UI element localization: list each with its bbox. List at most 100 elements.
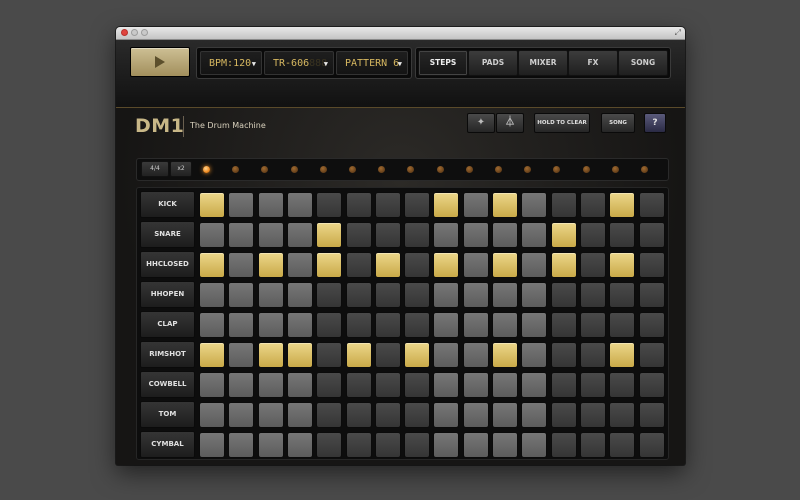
step-pad[interactable] <box>550 191 577 218</box>
step-pad[interactable] <box>492 371 518 398</box>
step-pad[interactable] <box>579 191 606 218</box>
step-pad[interactable] <box>228 191 255 218</box>
metronome-button[interactable]: ⏃ <box>496 113 524 133</box>
step-pad[interactable] <box>638 281 665 308</box>
step-pad[interactable] <box>286 221 313 248</box>
step-pad[interactable] <box>638 341 665 368</box>
hold-to-clear-button[interactable]: HOLD TO CLEAR <box>534 113 590 133</box>
step-pad[interactable] <box>492 401 518 428</box>
step-pad[interactable] <box>316 311 343 338</box>
machine-selector[interactable]: TR-606888 ▼ <box>264 51 334 75</box>
track-label-hhopen[interactable]: HHOPEN <box>140 281 195 308</box>
step-pad[interactable] <box>638 221 665 248</box>
step-pad[interactable] <box>286 431 313 458</box>
step-pad[interactable] <box>374 341 401 368</box>
step-pad[interactable] <box>345 191 372 218</box>
time-signature-button[interactable]: 4/4 <box>141 161 169 177</box>
step-pad[interactable] <box>609 341 636 368</box>
step-pad[interactable] <box>374 191 401 218</box>
step-pad[interactable] <box>579 371 606 398</box>
step-pad[interactable] <box>228 341 255 368</box>
step-pad[interactable] <box>374 251 401 278</box>
multiplier-button[interactable]: x2 <box>170 161 192 177</box>
step-pad[interactable] <box>609 371 636 398</box>
step-pad[interactable] <box>521 401 548 428</box>
track-label-hhclosed[interactable]: HHCLOSED <box>140 251 195 278</box>
step-pad[interactable] <box>228 371 255 398</box>
step-pad[interactable] <box>404 281 431 308</box>
step-pad[interactable] <box>462 221 489 248</box>
step-pad[interactable] <box>492 431 518 458</box>
step-pad[interactable] <box>286 251 313 278</box>
tab-song[interactable]: SONG <box>618 50 668 76</box>
step-pad[interactable] <box>404 191 431 218</box>
step-pad[interactable] <box>374 431 401 458</box>
step-pad[interactable] <box>199 281 225 308</box>
step-pad[interactable] <box>374 221 401 248</box>
step-pad[interactable] <box>404 221 431 248</box>
step-pad[interactable] <box>404 401 431 428</box>
step-pad[interactable] <box>316 281 343 308</box>
step-pad[interactable] <box>638 311 665 338</box>
step-pad[interactable] <box>257 221 284 248</box>
step-pad[interactable] <box>433 221 460 248</box>
step-pad[interactable] <box>462 251 489 278</box>
step-pad[interactable] <box>316 221 343 248</box>
step-pad[interactable] <box>404 371 431 398</box>
step-pad[interactable] <box>433 281 460 308</box>
tab-fx[interactable]: FX <box>568 50 618 76</box>
step-pad[interactable] <box>345 221 372 248</box>
step-pad[interactable] <box>199 311 225 338</box>
minimize-window-button[interactable] <box>131 29 138 36</box>
step-pad[interactable] <box>199 221 225 248</box>
step-pad[interactable] <box>316 251 343 278</box>
step-pad[interactable] <box>638 371 665 398</box>
step-pad[interactable] <box>345 281 372 308</box>
step-pad[interactable] <box>404 431 431 458</box>
tab-pads[interactable]: PADS <box>468 50 518 76</box>
step-pad[interactable] <box>228 251 255 278</box>
song-button[interactable]: SONG <box>601 113 635 133</box>
step-pad[interactable] <box>199 341 225 368</box>
step-pad[interactable] <box>492 251 518 278</box>
step-pad[interactable] <box>257 251 284 278</box>
step-pad[interactable] <box>462 341 489 368</box>
tab-mixer[interactable]: MIXER <box>518 50 568 76</box>
step-pad[interactable] <box>579 431 606 458</box>
step-pad[interactable] <box>521 341 548 368</box>
step-pad[interactable] <box>638 401 665 428</box>
step-pad[interactable] <box>638 191 665 218</box>
step-pad[interactable] <box>286 281 313 308</box>
step-pad[interactable] <box>316 431 343 458</box>
play-button[interactable] <box>130 47 190 77</box>
step-pad[interactable] <box>374 281 401 308</box>
step-pad[interactable] <box>462 431 489 458</box>
step-pad[interactable] <box>492 191 518 218</box>
track-label-cowbell[interactable]: COWBELL <box>140 371 195 398</box>
step-pad[interactable] <box>374 401 401 428</box>
step-pad[interactable] <box>492 311 518 338</box>
step-pad[interactable] <box>228 311 255 338</box>
step-pad[interactable] <box>550 371 577 398</box>
step-pad[interactable] <box>257 281 284 308</box>
step-pad[interactable] <box>257 371 284 398</box>
step-pad[interactable] <box>550 251 577 278</box>
step-pad[interactable] <box>462 401 489 428</box>
step-pad[interactable] <box>462 191 489 218</box>
step-pad[interactable] <box>345 371 372 398</box>
step-pad[interactable] <box>286 311 313 338</box>
step-pad[interactable] <box>579 311 606 338</box>
track-label-cymbal[interactable]: CYMBAL <box>140 431 195 458</box>
step-pad[interactable] <box>228 401 255 428</box>
step-pad[interactable] <box>579 251 606 278</box>
track-label-rimshot[interactable]: RIMSHOT <box>140 341 195 368</box>
step-pad[interactable] <box>492 341 518 368</box>
step-pad[interactable] <box>609 431 636 458</box>
track-label-clap[interactable]: CLAP <box>140 311 195 338</box>
step-pad[interactable] <box>199 251 225 278</box>
step-pad[interactable] <box>462 311 489 338</box>
step-pad[interactable] <box>433 371 460 398</box>
step-pad[interactable] <box>521 281 548 308</box>
step-pad[interactable] <box>521 431 548 458</box>
step-pad[interactable] <box>404 311 431 338</box>
